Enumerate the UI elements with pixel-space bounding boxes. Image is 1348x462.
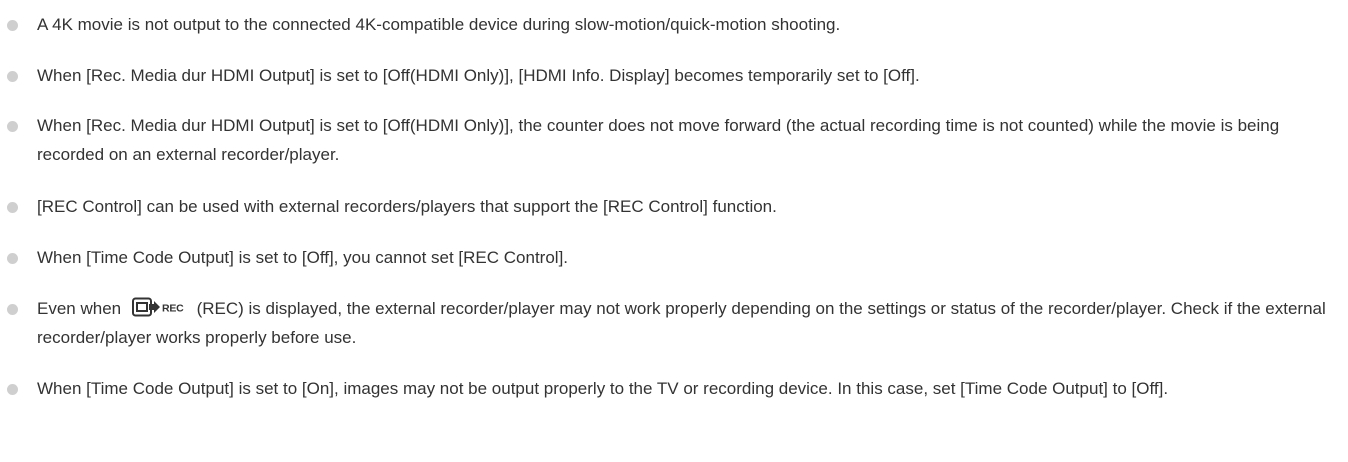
bullet-icon xyxy=(7,71,18,82)
note-item: When [Time Code Output] is set to [On], … xyxy=(0,374,1348,403)
note-item: When [Time Code Output] is set to [Off],… xyxy=(0,243,1348,272)
hdmi-rec-icon-label: REC xyxy=(162,303,184,315)
notes-list: A 4K movie is not output to the connecte… xyxy=(0,10,1348,403)
hdmi-rec-icon: REC xyxy=(131,297,188,317)
note-item: Even when REC (REC) is displayed, the ex… xyxy=(0,294,1348,352)
bullet-icon xyxy=(7,20,18,31)
note-text-after-icon: (REC) is displayed, the external recorde… xyxy=(37,299,1326,347)
note-text: When [Rec. Media dur HDMI Output] is set… xyxy=(37,116,1280,164)
note-item: When [Rec. Media dur HDMI Output] is set… xyxy=(0,111,1348,169)
note-text: [REC Control] can be used with external … xyxy=(37,197,777,216)
bullet-icon xyxy=(7,384,18,395)
note-item: [REC Control] can be used with external … xyxy=(0,192,1348,221)
bullet-icon xyxy=(7,253,18,264)
bullet-icon xyxy=(7,304,18,315)
note-item: A 4K movie is not output to the connecte… xyxy=(0,10,1348,39)
note-text: When [Time Code Output] is set to [On], … xyxy=(37,379,1169,398)
note-text: When [Rec. Media dur HDMI Output] is set… xyxy=(37,66,920,85)
note-text-before-icon: Even when xyxy=(37,299,122,318)
note-text: A 4K movie is not output to the connecte… xyxy=(37,15,841,34)
note-item: When [Rec. Media dur HDMI Output] is set… xyxy=(0,61,1348,90)
bullet-icon xyxy=(7,121,18,132)
note-text: When [Time Code Output] is set to [Off],… xyxy=(37,248,569,267)
bullet-icon xyxy=(7,202,18,213)
